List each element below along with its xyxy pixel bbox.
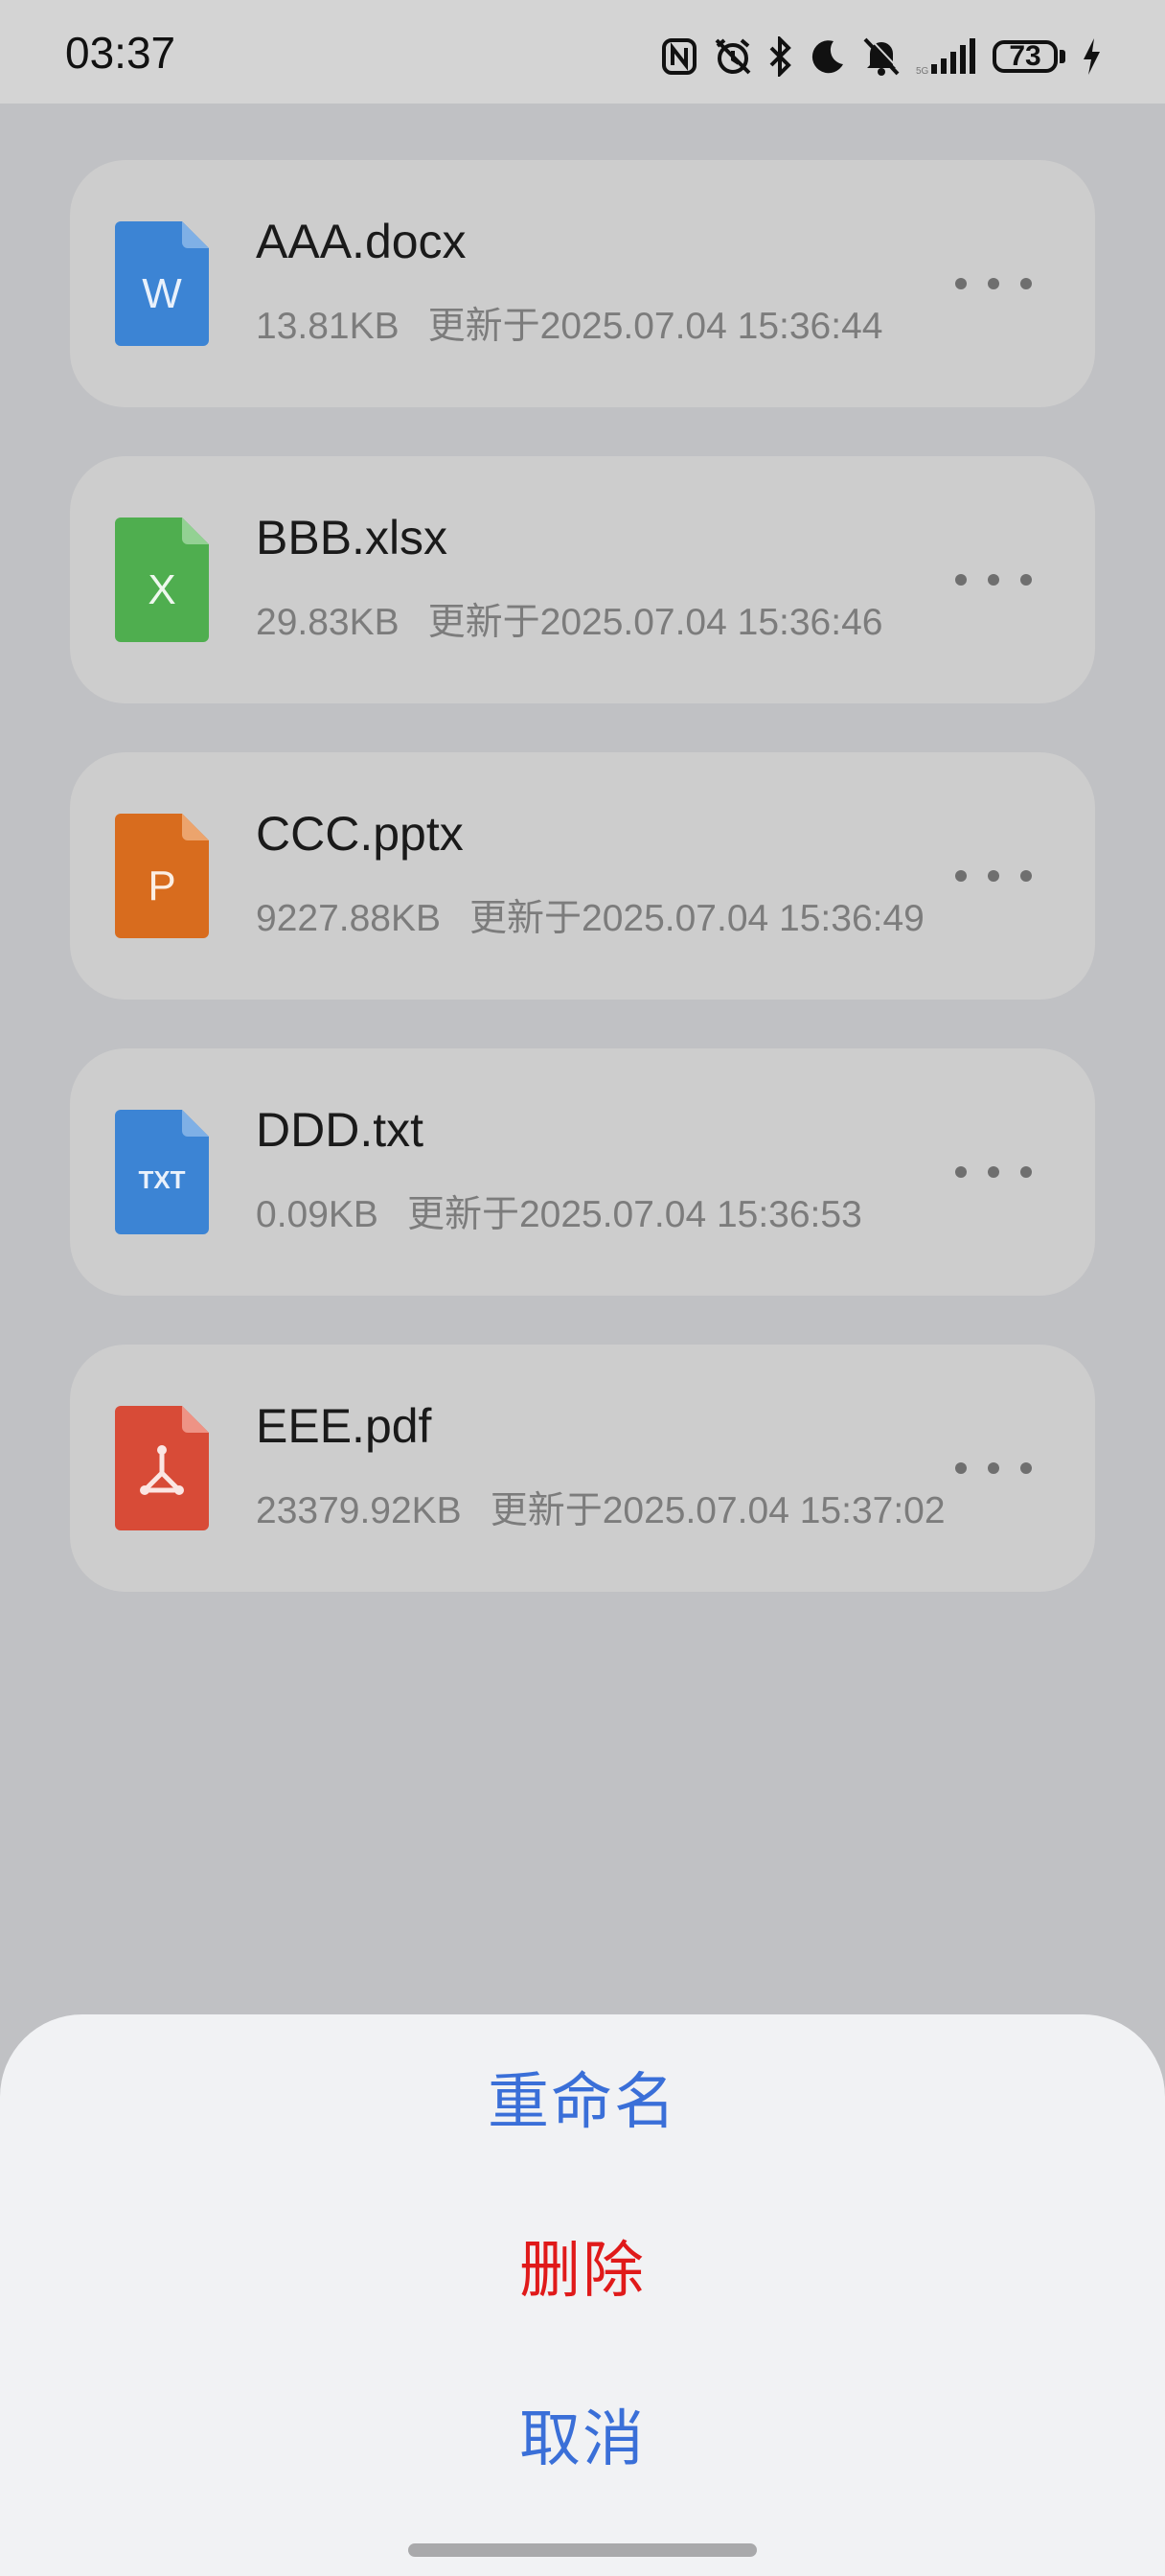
file-item-ddd-txt[interactable]: TXT DDD.txt 0.09KB 更新于2025.07.04 15:36:53 [70, 1048, 1095, 1296]
cancel-button[interactable]: 取消 [0, 2390, 1165, 2478]
file-updated: 更新于2025.07.04 15:36:44 [427, 306, 883, 347]
file-item-bbb-xlsx[interactable]: X BBB.xlsx 29.83KB 更新于2025.07.04 15:36:46 [70, 456, 1095, 703]
file-meta: 13.81KB 更新于2025.07.04 15:36:44 [256, 296, 882, 350]
file-size: 9227.88KB [256, 898, 442, 939]
nfc-icon [661, 37, 697, 76]
rename-button[interactable]: 重命名 [0, 2053, 1165, 2141]
svg-text:W: W [142, 270, 182, 317]
delete-button[interactable]: 删除 [0, 2221, 1165, 2310]
file-name: EEE.pdf [256, 1399, 432, 1453]
file-size: 29.83KB [256, 602, 400, 643]
file-item-aaa-docx[interactable]: W AAA.docx 13.81KB 更新于2025.07.04 15:36:44 [70, 160, 1095, 407]
status-icons: 5G 73 [661, 31, 1102, 82]
home-indicator[interactable] [408, 2543, 757, 2557]
txt-file-icon: TXT [115, 1110, 209, 1234]
more-options-button[interactable] [955, 856, 1032, 896]
more-options-button[interactable] [955, 1152, 1032, 1192]
file-size: 23379.92KB [256, 1490, 462, 1531]
file-name: CCC.pptx [256, 807, 464, 861]
excel-file-icon: X [115, 518, 209, 642]
file-item-eee-pdf[interactable]: EEE.pdf 23379.92KB 更新于2025.07.04 15:37:02 [70, 1345, 1095, 1592]
alarm-icon [713, 36, 753, 77]
file-name: DDD.txt [256, 1103, 423, 1157]
word-file-icon: W [115, 221, 209, 346]
file-updated: 更新于2025.07.04 15:36:46 [427, 602, 883, 643]
status-time: 03:37 [65, 28, 176, 78]
file-updated: 更新于2025.07.04 15:36:53 [406, 1194, 862, 1235]
file-meta: 29.83KB 更新于2025.07.04 15:36:46 [256, 592, 882, 646]
signal-icon: 5G [916, 37, 977, 76]
file-name: AAA.docx [256, 215, 467, 268]
file-meta: 0.09KB 更新于2025.07.04 15:36:53 [256, 1184, 862, 1238]
bluetooth-icon [768, 36, 793, 77]
svg-text:5G: 5G [916, 66, 929, 76]
action-sheet: 重命名 删除 取消 [0, 2014, 1165, 2576]
svg-text:X: X [148, 566, 175, 613]
file-meta: 9227.88KB 更新于2025.07.04 15:36:49 [256, 888, 925, 942]
silent-bell-icon [862, 36, 901, 77]
file-updated: 更新于2025.07.04 15:36:49 [469, 898, 925, 939]
file-item-ccc-pptx[interactable]: P CCC.pptx 9227.88KB 更新于2025.07.04 15:36:… [70, 752, 1095, 1000]
do-not-disturb-moon-icon [809, 37, 847, 76]
battery-icon: 73 [993, 40, 1065, 73]
file-size: 0.09KB [256, 1194, 378, 1235]
file-updated: 更新于2025.07.04 15:37:02 [490, 1490, 946, 1531]
pdf-file-icon [115, 1406, 209, 1530]
powerpoint-file-icon: P [115, 814, 209, 938]
status-bar: 03:37 5G 73 [0, 0, 1165, 104]
svg-text:P: P [148, 862, 175, 909]
file-meta: 23379.92KB 更新于2025.07.04 15:37:02 [256, 1481, 946, 1534]
svg-text:TXT: TXT [138, 1165, 185, 1194]
charging-icon [1081, 36, 1102, 77]
file-name: BBB.xlsx [256, 511, 448, 564]
more-options-button[interactable] [955, 264, 1032, 304]
more-options-button[interactable] [955, 1448, 1032, 1488]
file-size: 13.81KB [256, 306, 400, 347]
battery-level: 73 [993, 40, 1058, 73]
more-options-button[interactable] [955, 560, 1032, 600]
